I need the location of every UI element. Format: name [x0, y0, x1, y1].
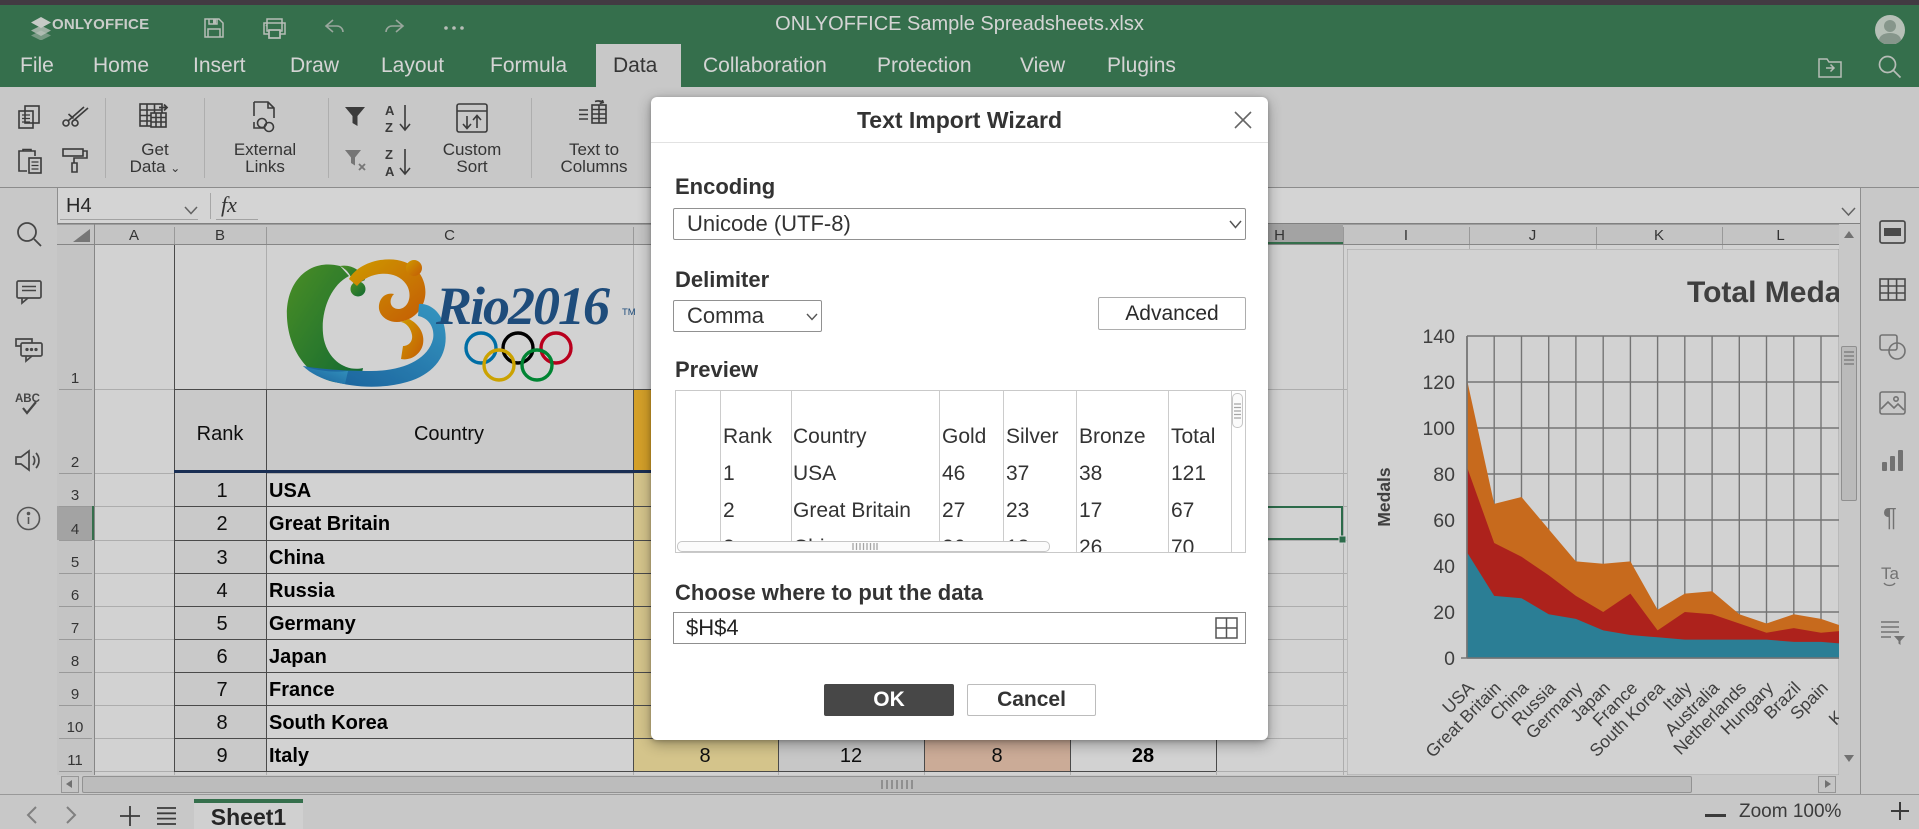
- svg-text:70: 70: [1171, 536, 1194, 552]
- svg-text:Silver: Silver: [1006, 425, 1059, 448]
- svg-text:Total: Total: [1171, 425, 1215, 448]
- svg-text:1: 1: [723, 462, 735, 485]
- svg-text:Bronze: Bronze: [1079, 425, 1146, 448]
- svg-text:26: 26: [1079, 536, 1102, 552]
- svg-text:Great Britain: Great Britain: [793, 499, 911, 522]
- svg-text:17: 17: [1079, 499, 1102, 522]
- svg-text:USA: USA: [793, 462, 836, 485]
- svg-text:67: 67: [1171, 499, 1194, 522]
- svg-text:121: 121: [1171, 462, 1206, 485]
- svg-text:27: 27: [942, 499, 965, 522]
- svg-text:Rank: Rank: [723, 425, 773, 448]
- svg-text:46: 46: [942, 462, 965, 485]
- svg-text:2: 2: [723, 499, 735, 522]
- svg-text:37: 37: [1006, 462, 1029, 485]
- svg-text:23: 23: [1006, 499, 1029, 522]
- svg-text:Country: Country: [793, 425, 867, 448]
- svg-text:Gold: Gold: [942, 425, 986, 448]
- svg-text:38: 38: [1079, 462, 1102, 485]
